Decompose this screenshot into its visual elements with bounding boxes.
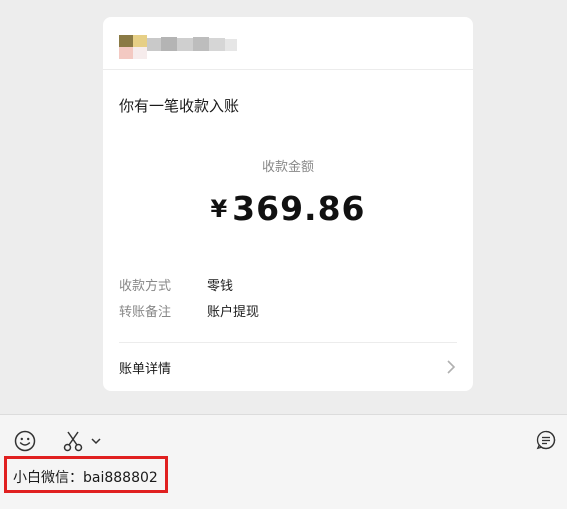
payment-notification-card[interactable]: 你有一笔收款入账 收款金额 ¥369.86 收款方式 零钱 转账备注 账户提现 … bbox=[103, 17, 473, 391]
sender-avatar-blurred bbox=[119, 35, 237, 59]
info-value: 账户提现 bbox=[207, 305, 260, 320]
info-value: 零钱 bbox=[207, 279, 234, 294]
info-key: 收款方式 bbox=[119, 279, 172, 294]
bill-details-link[interactable]: 账单详情 bbox=[103, 343, 473, 391]
emoji-icon[interactable] bbox=[14, 430, 36, 452]
chevron-down-icon[interactable] bbox=[90, 435, 102, 447]
chevron-right-icon bbox=[447, 360, 456, 374]
scissors-icon[interactable] bbox=[62, 430, 84, 452]
amount-label: 收款金额 bbox=[261, 160, 314, 175]
message-input-text: 小白微信：bai888802 bbox=[13, 470, 158, 486]
card-title: 你有一笔收款入账 bbox=[119, 97, 240, 115]
card-header bbox=[103, 17, 473, 70]
info-key: 转账备注 bbox=[119, 305, 172, 320]
bill-details-label: 账单详情 bbox=[119, 362, 172, 377]
currency-symbol: ¥ bbox=[210, 195, 229, 223]
message-input-area: 小白微信：bai888802 bbox=[0, 414, 567, 509]
amount-number: 369.86 bbox=[232, 189, 366, 228]
chat-history-icon[interactable] bbox=[536, 430, 556, 450]
amount-value: ¥369.86 bbox=[103, 189, 473, 228]
chat-message-area: 你有一笔收款入账 收款金额 ¥369.86 收款方式 零钱 转账备注 账户提现 … bbox=[0, 0, 567, 414]
